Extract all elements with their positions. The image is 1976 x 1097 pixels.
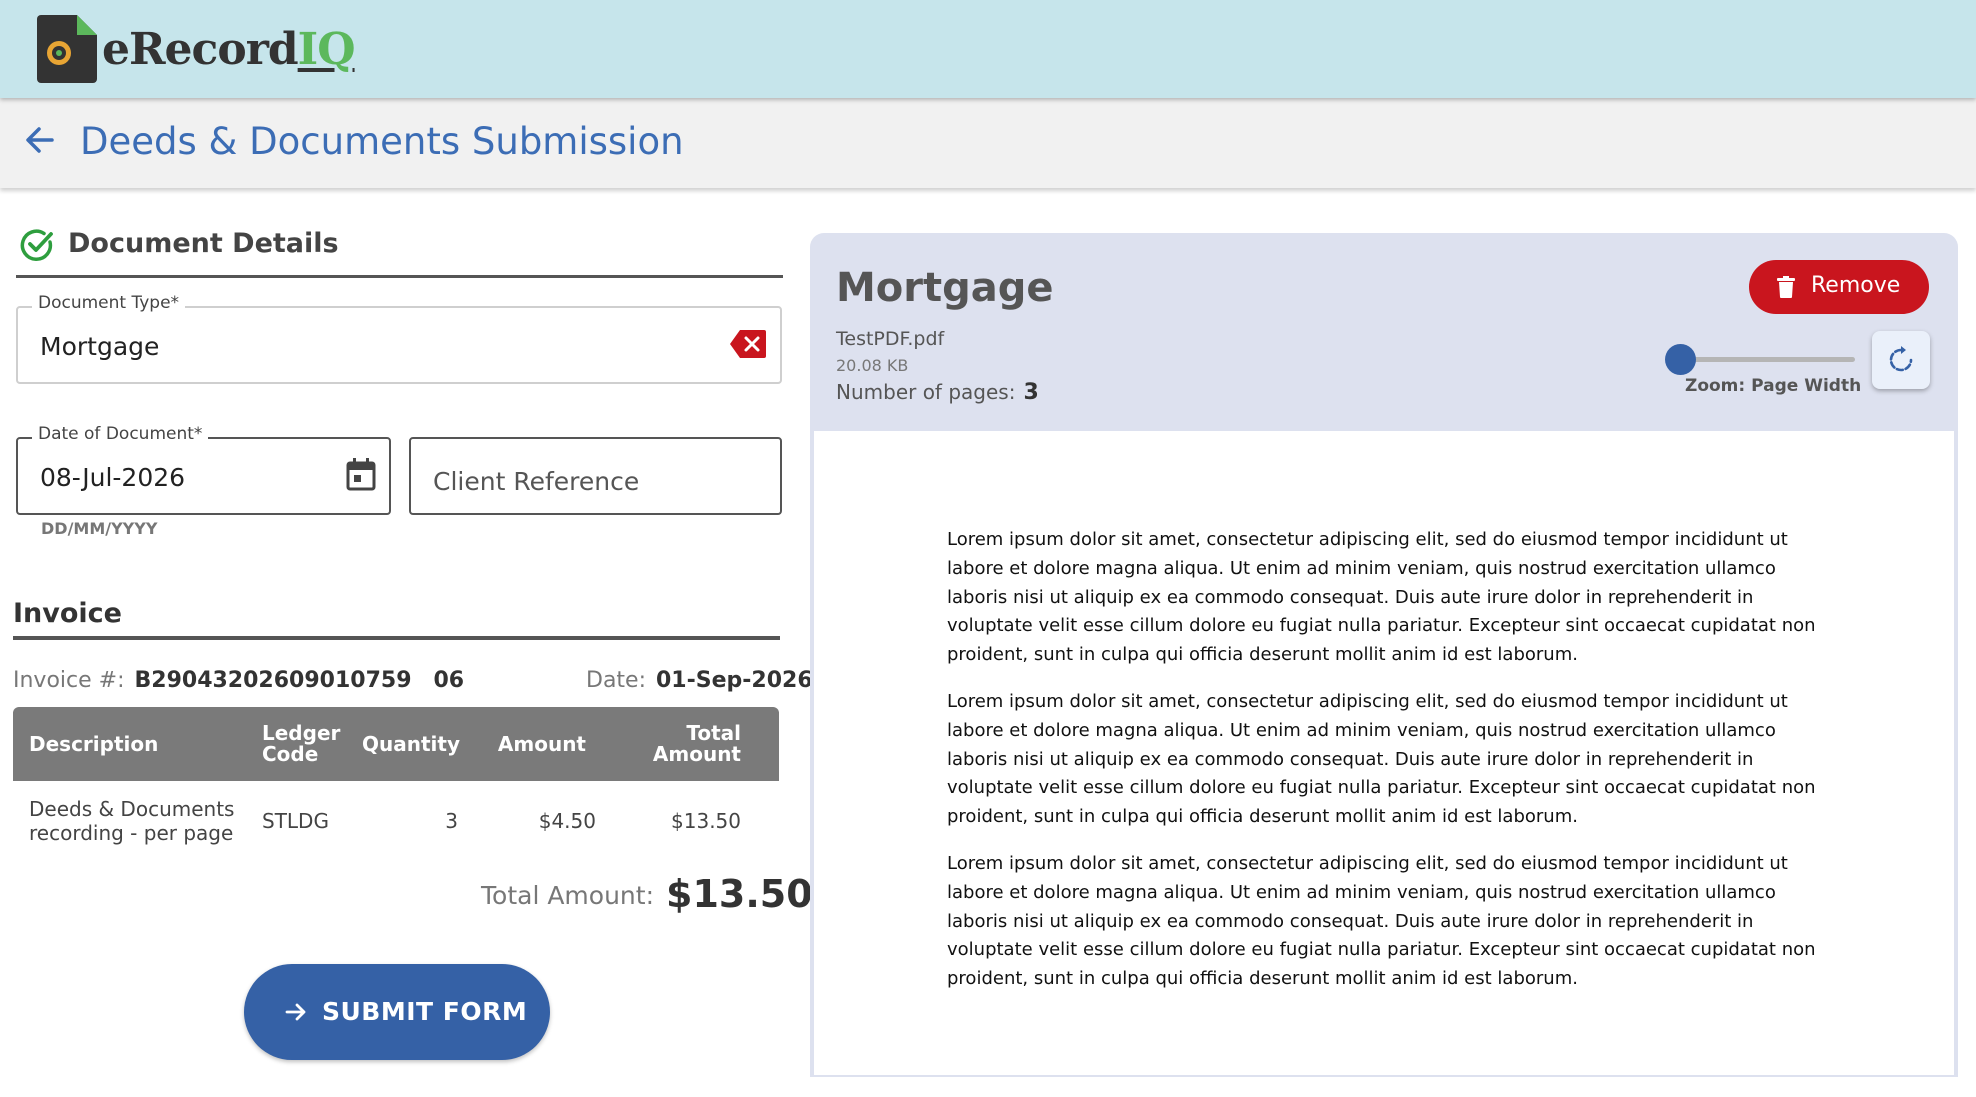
total-amount-value: $13.50	[666, 872, 813, 916]
submit-form-label: SUBMIT FORM	[322, 997, 528, 1026]
document-viewer: Mortgage TestPDF.pdf 20.08 KB Number of …	[810, 233, 1958, 1077]
document-paragraph: Lorem ipsum dolor sit amet, consectetur …	[947, 853, 1816, 990]
document-paragraph: Lorem ipsum dolor sit amet, consectetur …	[947, 529, 1816, 666]
invoice-date-value: 01-Sep-2026	[656, 668, 813, 693]
invoice-table: Description Ledger Code Quantity Amount …	[13, 707, 779, 861]
total-amount-label: Total Amount:	[481, 881, 654, 910]
invoice-table-header: Description Ledger Code Quantity Amount …	[13, 707, 779, 781]
column-header: Ledger Code	[256, 707, 356, 781]
remove-label: Remove	[1811, 273, 1901, 298]
app-bar: eRecordIQ	[0, 0, 1976, 98]
document-type-label: Document Type*	[32, 293, 186, 313]
column-header: Quantity	[356, 707, 466, 781]
submit-form-button[interactable]: SUBMIT FORM	[244, 964, 550, 1060]
invoice-header: Invoice	[13, 598, 780, 640]
check-circle-icon	[20, 229, 53, 261]
document-paragraph: Lorem ipsum dolor sit amet, consectetur …	[947, 691, 1816, 828]
date-of-document-label: Date of Document*	[32, 424, 209, 444]
section-title: Document Details	[68, 228, 339, 259]
invoice-date-label: Date:	[586, 668, 646, 693]
invoice-title: Invoice	[13, 598, 122, 629]
arrow-right-icon	[285, 1003, 306, 1021]
invoice-date: Date: 01-Sep-2026	[586, 668, 813, 693]
client-reference-field[interactable]: Client Reference	[409, 437, 782, 515]
client-reference-placeholder: Client Reference	[433, 467, 640, 496]
invoice-number-label: Invoice #:	[13, 668, 125, 693]
column-header: Description	[13, 707, 256, 781]
page-count-value: 3	[1023, 380, 1039, 405]
document-type-value: Mortgage	[40, 332, 160, 361]
rotate-icon	[1889, 346, 1913, 372]
page-count: Number of pages: 3	[836, 380, 1039, 405]
table-row: Deeds & Documents recording - per page S…	[13, 781, 779, 861]
cell-ledger-code: STLDG	[262, 809, 329, 833]
invoice-number: Invoice #: B29043202609010759 06	[13, 668, 464, 693]
page-count-label: Number of pages:	[836, 380, 1016, 404]
pdf-page: Lorem ipsum dolor sit amet, consectetur …	[814, 431, 1954, 1075]
viewer-title: Mortgage	[836, 265, 1054, 311]
cell-description: Deeds & Documents recording - per page	[29, 797, 235, 845]
clear-icon[interactable]	[730, 330, 766, 358]
invoice-number-value: B29043202609010759 06	[134, 668, 465, 693]
cell-quantity: 3	[445, 809, 458, 833]
page-header: Deeds & Documents Submission	[0, 98, 1976, 188]
document-details-header: Document Details	[16, 222, 783, 278]
remove-button[interactable]: Remove	[1749, 260, 1929, 314]
zoom-label: Zoom: Page Width	[1685, 376, 1862, 396]
cell-amount: $4.50	[538, 809, 596, 833]
rotate-button[interactable]	[1872, 331, 1930, 389]
logo-icon	[37, 15, 97, 83]
page-title: Deeds & Documents Submission	[80, 120, 684, 163]
column-header: Amount	[466, 707, 604, 781]
cell-total: $13.50	[671, 809, 741, 833]
date-format-hint: DD/MM/YYYY	[41, 519, 158, 538]
file-size: 20.08 KB	[836, 356, 909, 375]
calendar-icon[interactable]	[345, 457, 377, 491]
trash-icon	[1777, 276, 1795, 298]
logo-text: eRecordIQ	[102, 24, 356, 75]
date-of-document-field[interactable]: Date of Document* 08-Jul-2026	[16, 424, 391, 515]
zoom-slider[interactable]	[1665, 344, 1855, 375]
file-name: TestPDF.pdf	[836, 328, 945, 350]
date-of-document-value: 08-Jul-2026	[40, 463, 186, 492]
document-type-field[interactable]: Document Type* Mortgage	[16, 293, 782, 384]
back-arrow-icon[interactable]	[20, 120, 60, 160]
zoom-slider-thumb[interactable]	[1665, 344, 1696, 375]
column-header: Total Amount	[604, 707, 779, 781]
